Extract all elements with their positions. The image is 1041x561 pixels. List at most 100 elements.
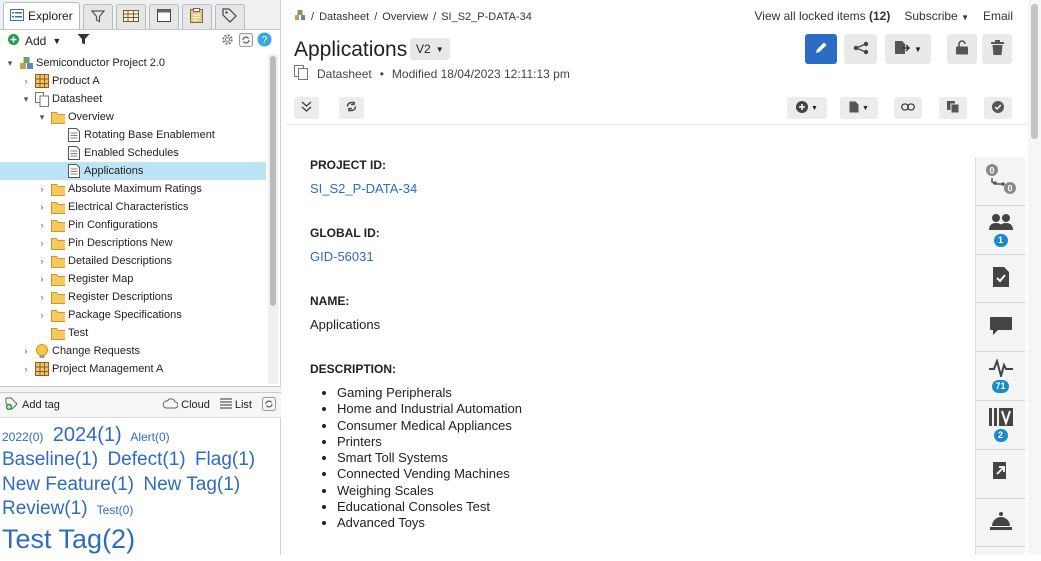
chevron-down-icon[interactable]: ▾: [36, 112, 48, 123]
edit-button[interactable]: [805, 34, 837, 64]
tree-item[interactable]: › Change Requests: [0, 342, 266, 360]
version-select[interactable]: V2 ▼: [410, 38, 450, 60]
tag-link[interactable]: Test(0): [97, 503, 134, 517]
lightbulb-icon: [35, 343, 49, 358]
tree-scrollbar[interactable]: [268, 54, 278, 384]
chevron-right-icon[interactable]: ›: [36, 238, 48, 248]
tree-item[interactable]: Enabled Schedules: [0, 144, 266, 162]
email-button[interactable]: Email: [983, 9, 1013, 23]
tree-item[interactable]: › Register Descriptions: [0, 288, 266, 306]
view-locked-items-link[interactable]: View all locked items (12): [754, 9, 890, 23]
add-tag-button[interactable]: Add tag: [5, 397, 60, 414]
comments-button[interactable]: [976, 303, 1025, 353]
project-id-value[interactable]: SI_S2_P-DATA-34: [310, 181, 522, 196]
chevron-right-icon[interactable]: ›: [36, 274, 48, 284]
chevron-down-icon[interactable]: ▼: [52, 36, 61, 46]
tree-item[interactable]: › Register Map: [0, 270, 266, 288]
tag-link[interactable]: New Feature(1): [2, 474, 134, 495]
folder-icon: [51, 326, 65, 340]
tag-link[interactable]: Baseline(1): [2, 449, 98, 470]
tree-item[interactable]: › Electrical Characteristics: [0, 198, 266, 216]
global-id-value[interactable]: GID-56031: [310, 249, 522, 264]
tree-item[interactable]: › Detailed Descriptions: [0, 252, 266, 270]
tab-window[interactable]: [148, 4, 179, 29]
tag-link[interactable]: Defect(1): [107, 449, 185, 470]
add-icon[interactable]: [8, 34, 19, 48]
help-icon[interactable]: ?: [257, 32, 272, 50]
versions-button[interactable]: 2: [976, 401, 1025, 450]
document-menu-button[interactable]: ▼: [840, 97, 878, 119]
activity-button[interactable]: 71: [976, 352, 1025, 401]
name-value: Applications: [310, 317, 381, 332]
tab-filter[interactable]: [82, 4, 113, 29]
filter-icon[interactable]: [77, 33, 90, 49]
cloud-button[interactable]: Cloud: [162, 398, 210, 412]
tag-link[interactable]: 2024(1): [53, 424, 122, 446]
refresh-icon[interactable]: [239, 32, 253, 50]
sync-button[interactable]: [976, 450, 1025, 499]
tab-tags[interactable]: [214, 4, 245, 29]
subscribe-button[interactable]: Subscribe ▼: [904, 9, 969, 23]
refresh-button[interactable]: [339, 97, 364, 119]
approve-button[interactable]: [984, 97, 1012, 119]
tree-item[interactable]: Rotating Base Enablement: [0, 126, 266, 144]
export-button[interactable]: ▼: [885, 34, 931, 64]
approval-button[interactable]: [976, 255, 1025, 304]
tag-link[interactable]: Flag(1): [195, 449, 255, 470]
tab-table[interactable]: [115, 4, 146, 29]
delete-button[interactable]: [982, 34, 1012, 64]
chevron-right-icon[interactable]: ›: [20, 364, 32, 374]
tree-item[interactable]: ▾ Semiconductor Project 2.0: [0, 54, 266, 72]
tag-link[interactable]: Alert(0): [130, 430, 169, 444]
chevron-right-icon[interactable]: ›: [36, 292, 48, 302]
filter-icon: [90, 9, 105, 26]
breadcrumb-item[interactable]: Datasheet: [319, 11, 369, 23]
chevron-down-icon[interactable]: ▾: [20, 94, 32, 105]
notify-button[interactable]: [976, 499, 1025, 548]
tag-link[interactable]: Test Tag(2): [2, 524, 135, 554]
chevron-right-icon[interactable]: ›: [20, 76, 32, 86]
tree-item[interactable]: Test: [0, 324, 266, 342]
tree-item[interactable]: ▾ Datasheet: [0, 90, 266, 108]
tree-item-label: Applications: [84, 165, 144, 177]
add-button[interactable]: Add: [25, 34, 46, 48]
collapse-button[interactable]: [294, 97, 319, 119]
tag-link[interactable]: 2022(0): [2, 430, 43, 444]
chevron-right-icon[interactable]: ›: [36, 220, 48, 230]
refresh-icon[interactable]: [262, 396, 276, 414]
chevron-down-icon[interactable]: ▾: [4, 58, 16, 69]
tree-item[interactable]: › Absolute Maximum Ratings: [0, 180, 266, 198]
tree-item[interactable]: › Pin Descriptions New: [0, 234, 266, 252]
chevron-right-icon[interactable]: ›: [36, 184, 48, 194]
version-label: V2: [416, 42, 431, 56]
tree-item[interactable]: › Package Specifications: [0, 306, 266, 324]
chevron-right-icon[interactable]: ›: [36, 202, 48, 212]
traceability-button[interactable]: 00: [976, 157, 1025, 206]
tree-item[interactable]: › Project Management A: [0, 360, 266, 378]
chevron-right-icon[interactable]: ›: [36, 310, 48, 320]
tree-item[interactable]: ▾ Overview: [0, 108, 266, 126]
chevron-right-icon[interactable]: ›: [36, 256, 48, 266]
chevron-right-icon[interactable]: ›: [20, 346, 32, 356]
folder-icon: [51, 182, 65, 196]
versions-icon: [988, 407, 1013, 429]
gear-icon[interactable]: [220, 32, 235, 50]
breadcrumb-item[interactable]: SI_S2_P-DATA-34: [441, 11, 532, 23]
tab-clipboard[interactable]: [181, 4, 212, 29]
main-scrollbar[interactable]: [1028, 0, 1041, 555]
tree-item[interactable]: › Pin Configurations: [0, 216, 266, 234]
add-related-button[interactable]: ▼: [787, 97, 827, 119]
tab-explorer[interactable]: Explorer: [3, 2, 80, 29]
reviews-button[interactable]: 1: [976, 206, 1025, 255]
link-button[interactable]: [894, 97, 922, 119]
breadcrumb-item[interactable]: Overview: [382, 11, 428, 23]
tree-item[interactable]: Applications: [0, 162, 266, 180]
home-icon[interactable]: [294, 9, 306, 24]
tag-link[interactable]: Review(1): [2, 498, 88, 519]
copy-button[interactable]: [939, 97, 967, 119]
tree-item[interactable]: › Product A: [0, 72, 266, 90]
unlock-button[interactable]: [947, 34, 977, 64]
relationships-button[interactable]: [844, 34, 877, 64]
list-button[interactable]: List: [219, 398, 252, 412]
tag-link[interactable]: New Tag(1): [143, 474, 240, 495]
